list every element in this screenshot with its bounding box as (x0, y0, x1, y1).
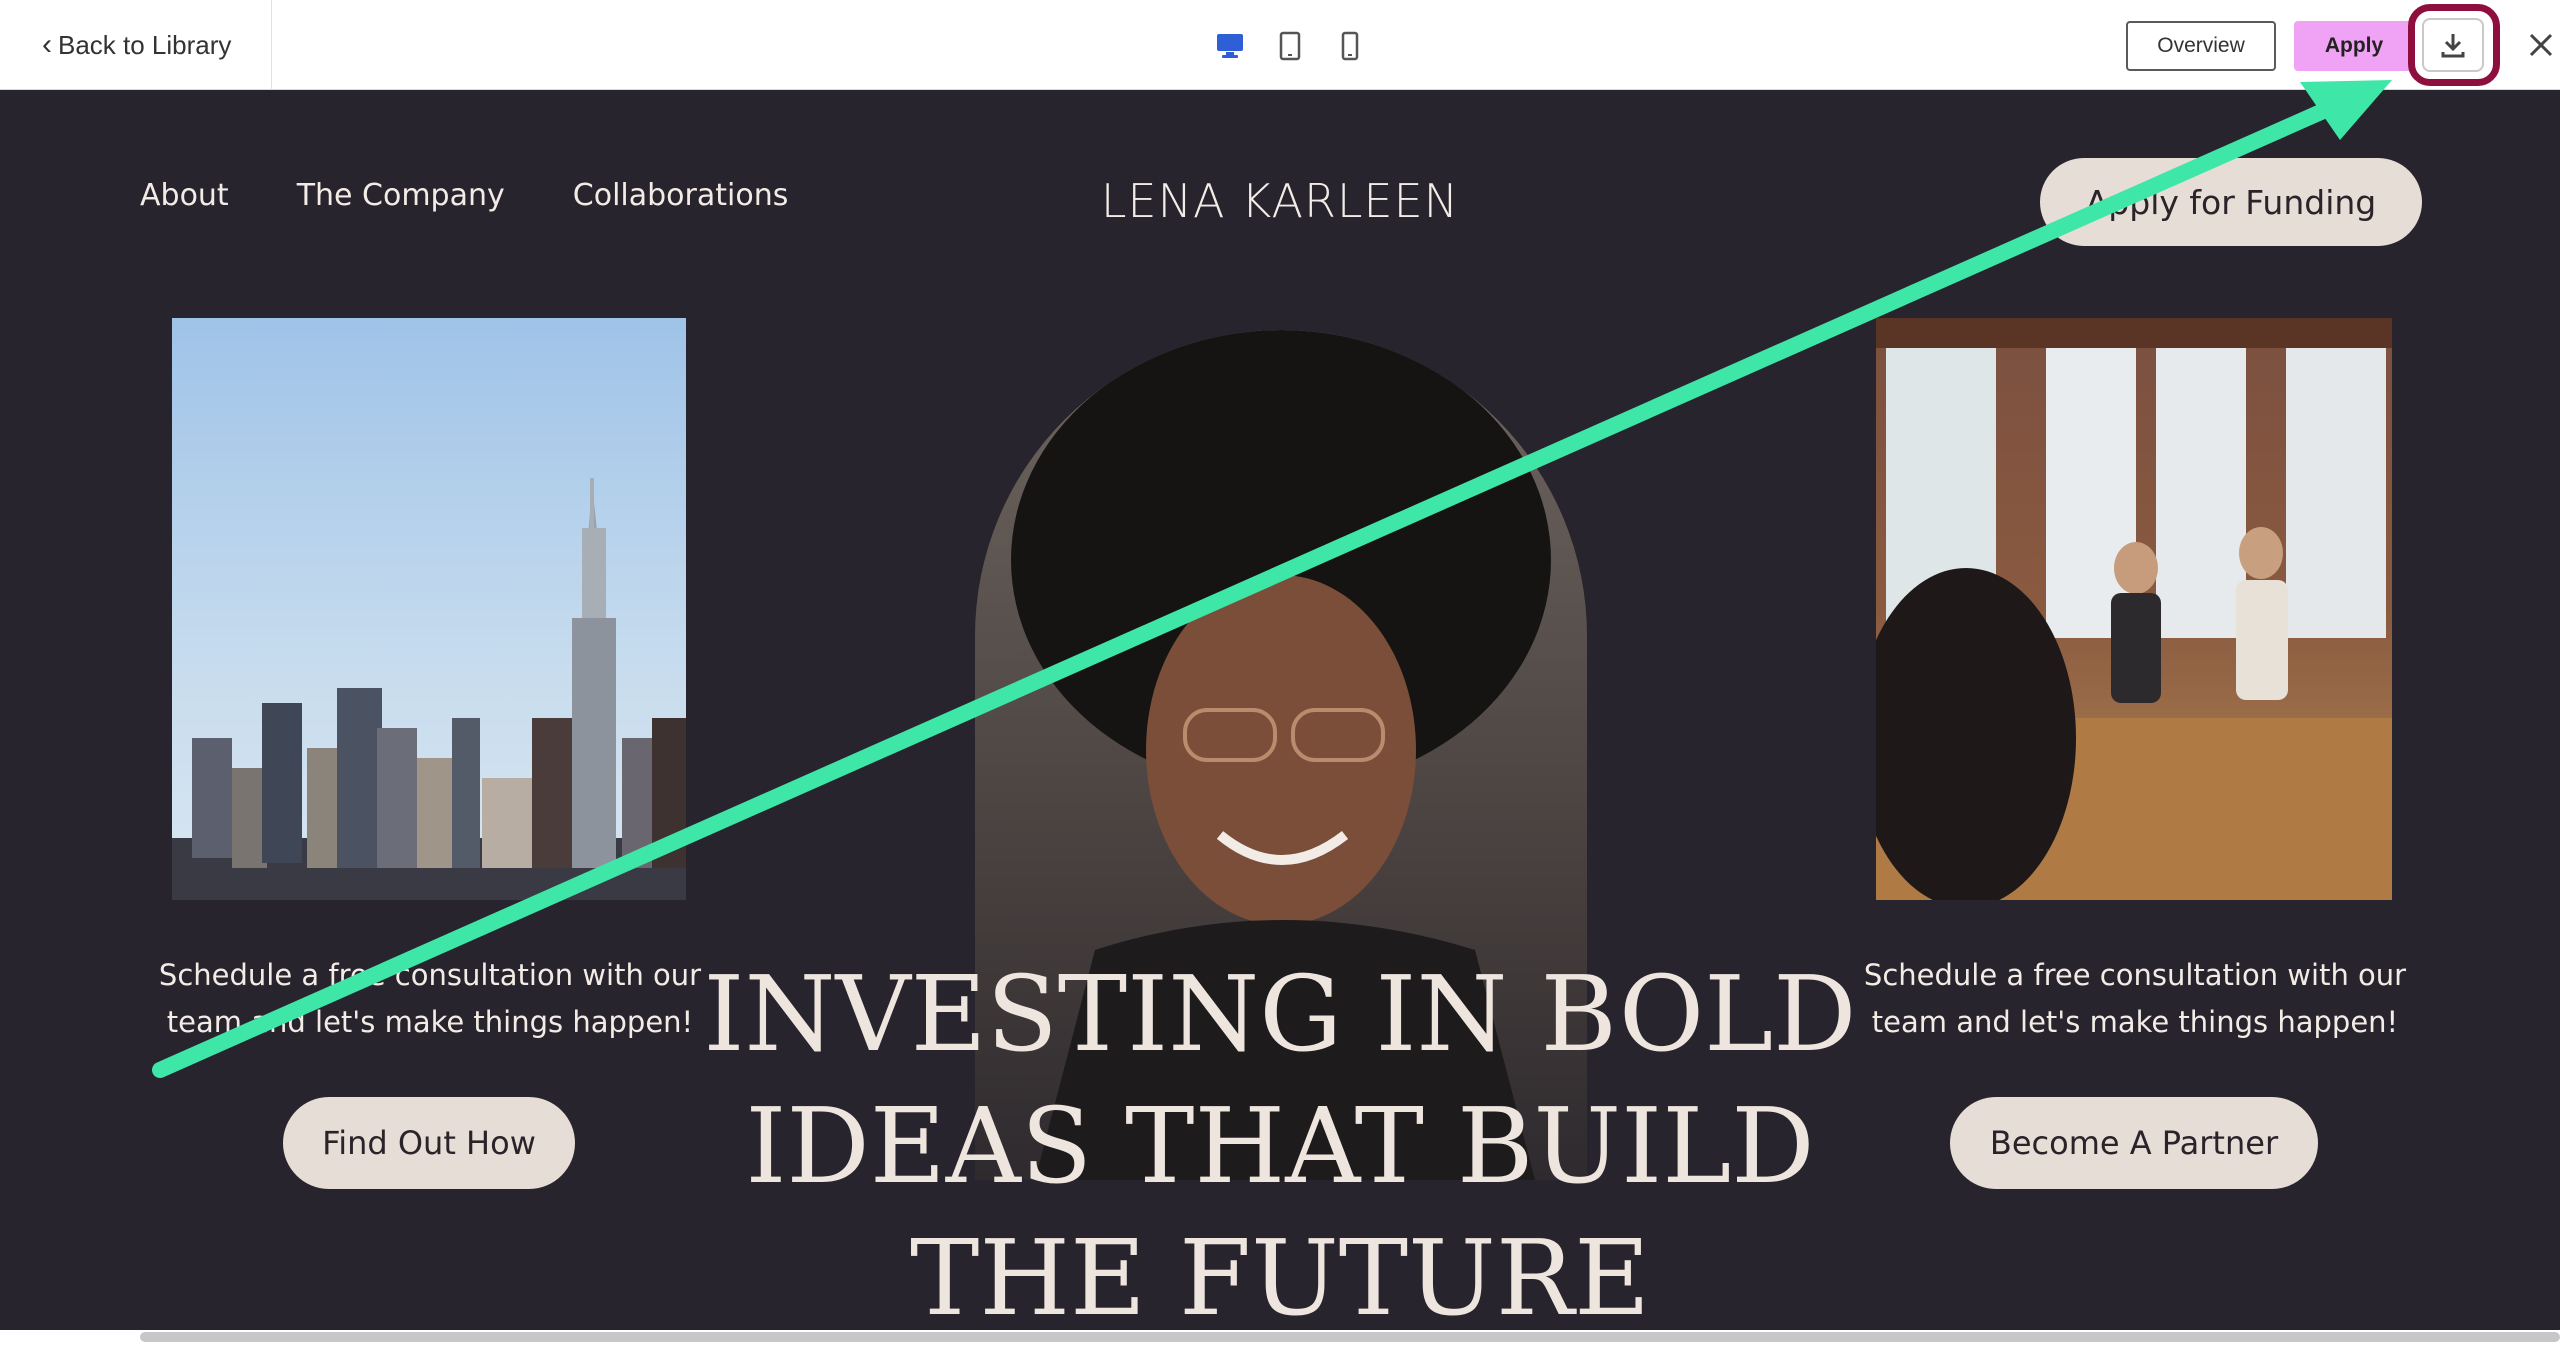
back-to-library-link[interactable]: ‹ Back to Library (0, 0, 272, 90)
office-meeting-image (1876, 318, 2392, 900)
hero-headline: INVESTING IN BOLD IDEAS THAT BUILD THE F… (0, 948, 2560, 1330)
editor-toolbar: ‹ Back to Library Overview Apply (0, 0, 2560, 90)
tablet-icon[interactable] (1276, 29, 1304, 63)
template-preview: About The Company Collaborations LENA KA… (0, 90, 2560, 1330)
close-icon (2529, 33, 2553, 57)
horizontal-scrollbar[interactable] (0, 1330, 2560, 1346)
apply-for-funding-button[interactable]: Apply for Funding (2040, 158, 2422, 246)
city-skyline-image (172, 318, 686, 900)
editor-window: ‹ Back to Library Overview Apply About T… (0, 0, 2560, 1346)
headline-line-3: THE FUTURE (909, 1217, 1651, 1330)
desktop-icon[interactable] (1216, 29, 1244, 63)
back-label: Back to Library (58, 29, 232, 60)
scrollbar-thumb[interactable] (140, 1332, 2560, 1342)
headline-line-1: INVESTING IN BOLD (703, 953, 1857, 1075)
headline-line-2: IDEAS THAT BUILD (745, 1085, 1815, 1207)
device-switcher (1216, 28, 1364, 64)
chevron-left-icon: ‹ (42, 28, 52, 61)
download-highlight-annotation (2408, 4, 2500, 86)
mobile-icon[interactable] (1336, 29, 1364, 63)
apply-button[interactable]: Apply (2294, 21, 2414, 71)
overview-button[interactable]: Overview (2126, 21, 2276, 71)
close-button[interactable] (2522, 24, 2560, 66)
